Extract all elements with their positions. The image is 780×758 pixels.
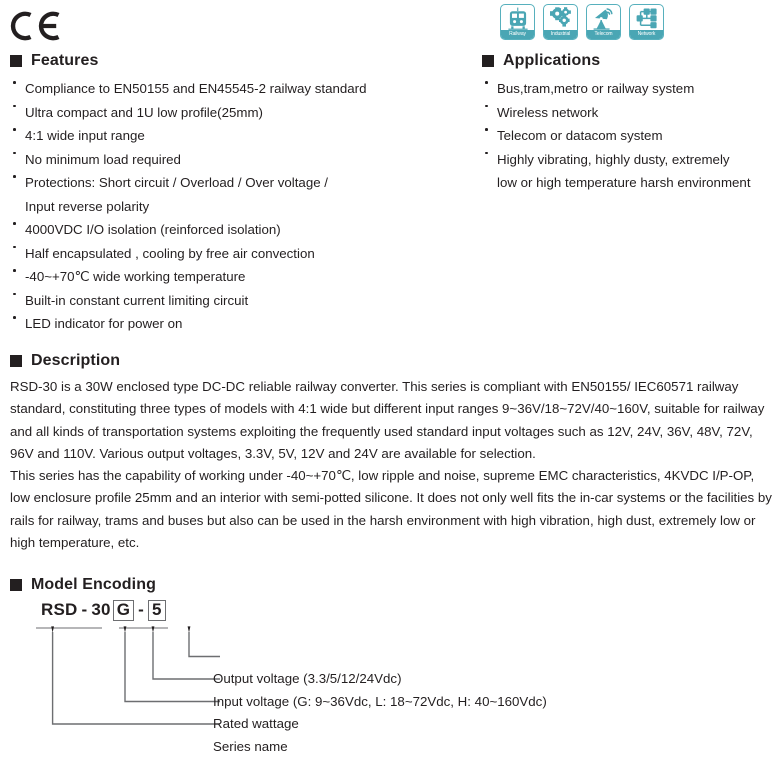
section-marker-square [10,355,22,367]
model-legend-item: Series name [213,738,288,754]
feature-item: Built-in constant current limiting circu… [10,289,480,313]
feature-item: No minimum load required [10,148,480,172]
feature-item: Ultra compact and 1U low profile(25mm) [10,101,480,125]
feature-item-label: Half encapsulated , cooling by free air … [25,245,315,261]
applications-section: Applications Bus,tram,metro or railway s… [482,52,780,195]
feature-item-continuation: Input reverse polarity [25,198,150,214]
model-legend-list: Output voltage (3.3/5/12/24Vdc) Input vol… [213,668,547,758]
feature-item-label: 4:1 wide input range [25,128,145,143]
feature-item-label: Ultra compact and 1U low profile(25mm) [25,104,263,120]
section-marker-square [482,55,494,67]
feature-item-label: Compliance to EN50155 and EN45545-2 rail… [25,81,367,96]
feature-item: LED indicator for power on [10,312,480,336]
section-marker-square [10,55,22,67]
bullet-dot-icon [485,128,488,131]
model-encoding-section: Model Encoding RSD - 30 G - 5 Output vol… [10,576,772,754]
description-heading-label: Description [31,352,121,369]
application-item-continuation: low or high temperature harsh environmen… [497,175,751,190]
applications-list: Bus,tram,metro or railway system Wireless… [482,77,780,195]
model-dash-2: - [138,600,144,619]
model-series-segment: RSD [41,600,78,619]
section-marker-square [10,579,22,591]
industrial-gears-icon: Industrial [543,4,578,40]
feature-item: 4:1 wide input range [10,124,480,148]
model-input-voltage-segment: G [112,599,135,621]
application-item-label: Wireless network [497,104,599,120]
railway-icon: Railway [500,4,535,40]
application-item: Highly vibrating, highly dusty, extremel… [482,148,780,172]
application-item-label: Telecom or datacom system [497,128,663,143]
telecom-icon-caption: Telecom [587,30,620,39]
railway-icon-caption: Railway [501,30,534,39]
application-icon-row: Railway Industrial Telecom Network [500,4,664,40]
feature-item-label: LED indicator for power on [25,316,183,331]
telecom-satellite-dish-icon: Telecom [586,4,621,40]
features-list: Compliance to EN50155 and EN45545-2 rail… [10,77,480,336]
bullet-dot-icon [485,151,488,155]
bullet-dot-icon [13,222,16,225]
feature-item: -40~+70℃ wide working temperature [10,265,480,289]
application-item: Bus,tram,metro or railway system [482,77,780,101]
description-paragraph-2: This series has the capability of workin… [10,468,772,551]
feature-item: 4000VDC I/O isolation (reinforced isolat… [10,218,480,242]
industrial-icon-caption: Industrial [544,30,577,39]
description-body: RSD-30 is a 30W enclosed type DC-DC reli… [10,376,772,554]
feature-item-label: Built-in constant current limiting circu… [25,292,249,308]
bullet-dot-icon [13,269,16,272]
model-code: RSD - 30 G - 5 [40,598,167,622]
bullet-dot-icon [13,316,16,319]
feature-item-label: No minimum load required [25,151,181,167]
model-legend-item: Input voltage (G: 9~36Vdc, L: 18~72Vdc, … [213,693,547,709]
bullet-dot-icon [13,245,16,249]
feature-item: Protections: Short circuit / Overload / … [10,171,480,195]
application-item-label: Highly vibrating, highly dusty, extremel… [497,151,730,167]
model-encoding-heading: Model Encoding [10,576,772,594]
features-heading-label: Features [31,52,99,69]
features-heading: Features [10,52,480,70]
bullet-dot-icon [13,292,16,296]
bullet-dot-icon [13,151,16,155]
bullet-dot-icon [13,175,16,178]
model-wattage-segment: 30 [91,600,111,619]
application-item: Telecom or datacom system [482,124,780,148]
model-encoding-heading-label: Model Encoding [31,576,156,593]
bullet-dot-icon [13,128,16,131]
feature-item-label: -40~+70℃ wide working temperature [25,269,246,284]
model-dash-1: - [81,600,88,619]
network-icon-caption: Network [630,30,663,39]
description-section: Description RSD-30 is a 30W enclosed typ… [10,352,772,554]
features-section: Features Compliance to EN50155 and EN455… [10,52,480,336]
feature-item: Compliance to EN50155 and EN45545-2 rail… [10,77,480,101]
bullet-dot-icon [13,81,16,84]
network-nodes-icon: Network [629,4,664,40]
model-legend-item: Output voltage (3.3/5/12/24Vdc) [213,671,402,686]
feature-item-label: Protections: Short circuit / Overload / … [25,175,328,190]
applications-heading: Applications [482,52,780,70]
model-output-voltage-segment: 5 [148,599,166,621]
model-encoding-diagram: RSD - 30 G - 5 Output voltage (3.3/5/12/… [10,598,772,754]
description-paragraph-1: RSD-30 is a 30W enclosed type DC-DC reli… [10,379,765,461]
model-legend-item: Rated wattage [213,716,299,732]
feature-item-label: 4000VDC I/O isolation (reinforced isolat… [25,222,281,237]
bullet-dot-icon [13,104,16,108]
feature-item: Half encapsulated , cooling by free air … [10,242,480,266]
description-heading: Description [10,352,772,370]
application-item-label: Bus,tram,metro or railway system [497,81,695,96]
bullet-dot-icon [485,104,488,108]
bullet-dot-icon [485,81,488,84]
applications-heading-label: Applications [503,52,601,69]
ce-mark [8,8,66,44]
application-item: Wireless network [482,101,780,125]
